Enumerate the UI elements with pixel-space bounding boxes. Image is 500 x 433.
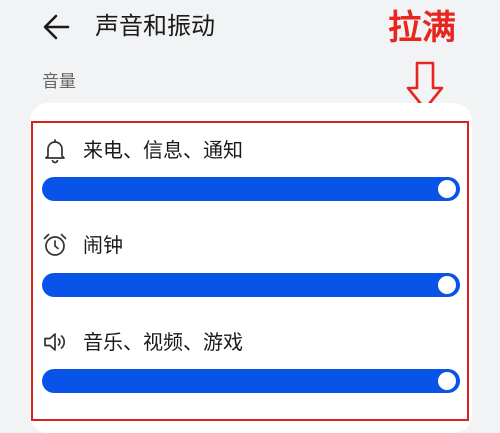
annotation-label: 拉满 [388, 8, 456, 48]
page-title: 声音和振动 [95, 12, 215, 40]
arrow-left-icon [43, 14, 70, 40]
section-title-volume: 音量 [42, 72, 76, 92]
annotation-highlight-box [31, 121, 469, 421]
back-button[interactable] [40, 10, 74, 44]
